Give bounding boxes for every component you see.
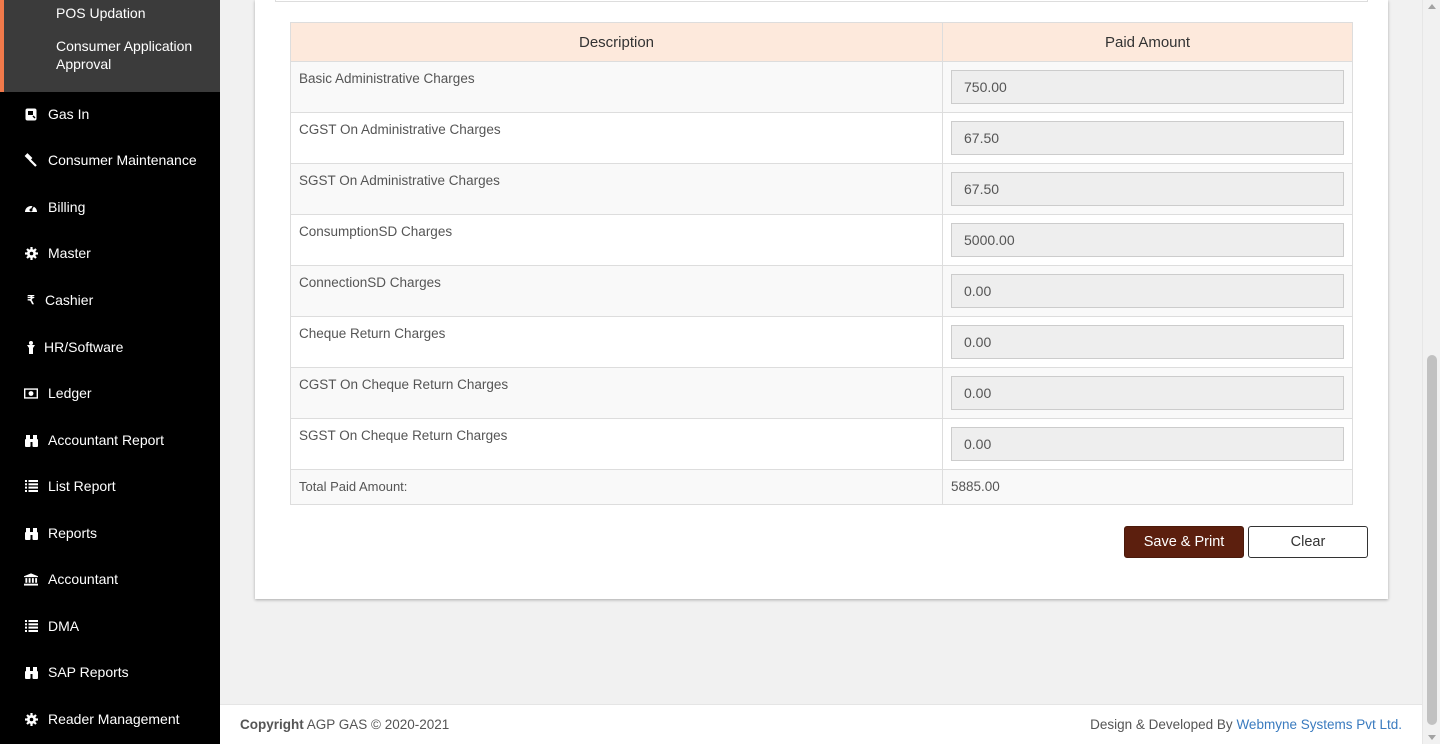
- rupee-icon: ₹: [27, 293, 35, 307]
- money-icon: [24, 386, 38, 400]
- sidebar-item-reader-management[interactable]: Reader Management: [0, 704, 220, 734]
- sidebar-item-billing[interactable]: Billing: [0, 192, 220, 222]
- charge-description: Cheque Return Charges: [291, 317, 943, 367]
- sidebar-item-consumer-maintenance[interactable]: Consumer Maintenance: [0, 145, 220, 175]
- sidebar-item-gas-in[interactable]: Gas In: [0, 99, 220, 129]
- sidebar-item-list-report[interactable]: List Report: [0, 471, 220, 501]
- sidebar-item-cashier[interactable]: ₹ Cashier: [0, 285, 220, 315]
- sidebar-item-accountant[interactable]: Accountant: [0, 564, 220, 594]
- list-icon: [24, 619, 38, 633]
- binoculars-icon: [24, 433, 38, 447]
- binoculars-icon: [24, 526, 38, 540]
- table-row: CGST On Cheque Return Charges: [291, 368, 1352, 419]
- charge-description: ConnectionSD Charges: [291, 266, 943, 316]
- charge-description: CGST On Cheque Return Charges: [291, 368, 943, 418]
- copyright-label: Copyright: [240, 717, 304, 732]
- sidebar-item-dma[interactable]: DMA: [0, 611, 220, 641]
- table-row: SGST On Cheque Return Charges: [291, 419, 1352, 470]
- sidebar-item-master[interactable]: Master: [0, 238, 220, 268]
- footer: Copyright AGP GAS © 2020-2021 Design & D…: [220, 704, 1422, 744]
- sidebar-item-sap-reports[interactable]: SAP Reports: [0, 657, 220, 687]
- charges-table: Description Paid Amount Basic Administra…: [290, 22, 1353, 505]
- gear-icon: [24, 246, 38, 260]
- charge-description: CGST On Administrative Charges: [291, 113, 943, 163]
- sidebar-submenu: POS Updation Consumer Application Approv…: [0, 0, 220, 92]
- developer-link[interactable]: Webmyne Systems Pvt Ltd.: [1236, 717, 1402, 732]
- charge-description: Basic Administrative Charges: [291, 62, 943, 112]
- gas-icon: [24, 107, 38, 121]
- sidebar-item-label: Reports: [48, 525, 98, 541]
- total-row: Total Paid Amount: 5885.00: [291, 470, 1352, 504]
- sidebar-item-label: DMA: [48, 618, 80, 634]
- paid-amount-input[interactable]: [951, 121, 1344, 155]
- sidebar-item-label: Accountant: [48, 571, 119, 587]
- sidebar-item-label: List Report: [48, 478, 116, 494]
- clear-button[interactable]: Clear: [1248, 526, 1368, 558]
- sidebar-item-label: Reader Management: [48, 711, 180, 727]
- sidebar-item-label: HR/Software: [44, 339, 124, 355]
- sidebar-item-label: SAP Reports: [48, 664, 129, 680]
- dashboard-icon: [24, 200, 38, 214]
- paid-amount-input[interactable]: [951, 376, 1344, 410]
- list-icon: [24, 479, 38, 493]
- paid-amount-input[interactable]: [951, 223, 1344, 257]
- table-row: Basic Administrative Charges: [291, 62, 1352, 113]
- copyright: Copyright AGP GAS © 2020-2021: [240, 717, 449, 732]
- sidebar-item-label: Cashier: [45, 292, 94, 308]
- bank-icon: [24, 572, 38, 586]
- developed-by-label: Design & Developed By: [1090, 717, 1233, 732]
- developer-credit: Design & Developed By Webmyne Systems Pv…: [1090, 717, 1402, 732]
- binoculars-icon: [24, 665, 38, 679]
- table-row: ConsumptionSD Charges: [291, 215, 1352, 266]
- previous-section-edge: [275, 0, 1368, 2]
- sidebar-item-ledger[interactable]: Ledger: [0, 378, 220, 408]
- gear-icon: [24, 712, 38, 726]
- paid-amount-input[interactable]: [951, 427, 1344, 461]
- sidebar-item-label: Consumer Maintenance: [48, 152, 197, 168]
- charge-description: SGST On Cheque Return Charges: [291, 419, 943, 469]
- paid-amount-input[interactable]: [951, 70, 1344, 104]
- charge-description: SGST On Administrative Charges: [291, 164, 943, 214]
- sidebar-item-label: Master: [48, 245, 91, 261]
- paid-amount-input[interactable]: [951, 325, 1344, 359]
- column-header-description: Description: [291, 23, 943, 61]
- sidebar: POS Updation Consumer Application Approv…: [0, 0, 220, 744]
- table-header: Description Paid Amount: [291, 23, 1352, 62]
- person-icon: [24, 340, 38, 354]
- sidebar-item-label: Accountant Report: [48, 432, 164, 448]
- sidebar-item-label: Gas In: [48, 106, 90, 122]
- scrollbar-thumb[interactable]: [1427, 355, 1437, 725]
- submenu-item-pos-updation[interactable]: POS Updation: [56, 4, 216, 22]
- sidebar-item-hr-software[interactable]: HR/Software: [0, 332, 220, 362]
- table-row: Cheque Return Charges: [291, 317, 1352, 368]
- scroll-up-arrow-icon[interactable]: [1428, 4, 1436, 9]
- copyright-text: AGP GAS © 2020-2021: [306, 717, 450, 732]
- paid-amount-input[interactable]: [951, 172, 1344, 206]
- paid-amount-input[interactable]: [951, 274, 1344, 308]
- scroll-down-arrow-icon[interactable]: [1428, 735, 1436, 740]
- column-header-paid-amount: Paid Amount: [1104, 33, 1191, 51]
- sidebar-item-accountant-report[interactable]: Accountant Report: [0, 425, 220, 455]
- table-row: CGST On Administrative Charges: [291, 113, 1352, 164]
- vertical-scrollbar[interactable]: [1422, 0, 1440, 744]
- gavel-icon: [24, 153, 38, 167]
- submenu-item-consumer-application-approval[interactable]: Consumer Application Approval: [56, 37, 216, 73]
- total-paid-amount-label: Total Paid Amount:: [291, 470, 943, 504]
- save-print-button[interactable]: Save & Print: [1124, 526, 1244, 558]
- total-paid-amount-value: 5885.00: [951, 479, 1000, 494]
- sidebar-item-label: Ledger: [48, 385, 92, 401]
- charge-description: ConsumptionSD Charges: [291, 215, 943, 265]
- sidebar-item-reports[interactable]: Reports: [0, 518, 220, 548]
- sidebar-item-label: Billing: [48, 199, 86, 215]
- table-row: SGST On Administrative Charges: [291, 164, 1352, 215]
- table-row: ConnectionSD Charges: [291, 266, 1352, 317]
